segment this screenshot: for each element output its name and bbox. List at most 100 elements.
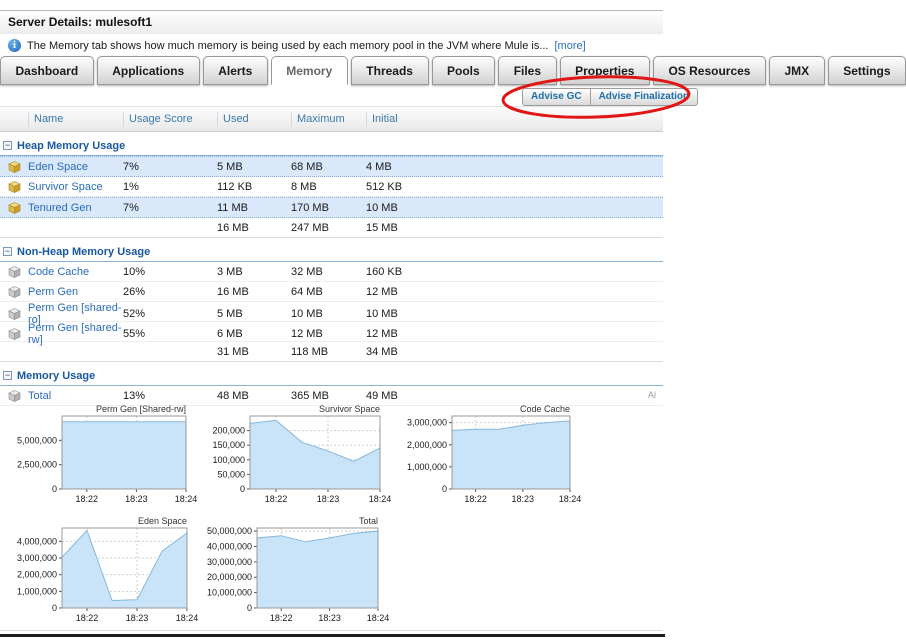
info-text: The Memory tab shows how much memory is … — [27, 40, 549, 52]
gold-cube-icon — [8, 202, 21, 214]
maximum-value: 12 MB — [291, 328, 366, 340]
svg-text:Survivor Space: Survivor Space — [319, 404, 380, 414]
gray-cube-icon — [8, 328, 21, 340]
svg-text:18:23: 18:23 — [126, 613, 149, 623]
tab-dashboard[interactable]: Dashboard — [0, 56, 94, 85]
section-title: Memory Usage — [17, 370, 95, 382]
page-header-bar: Server Details: mulesoft1 — [0, 10, 663, 34]
bottom-divider-light — [0, 630, 663, 631]
maximum-value: 170 MB — [291, 202, 366, 214]
chart-survivor-space: Survivor Space050,000100,000150,000200,0… — [192, 402, 394, 512]
gray-cube-icon — [8, 308, 21, 320]
svg-text:18:24: 18:24 — [559, 494, 582, 504]
maximum-value: 68 MB — [291, 161, 366, 173]
chart-eden-space: Eden Space01,000,0002,000,0003,000,0004,… — [4, 514, 201, 631]
table-row: Perm Gen [shared-rw]55%6 MB12 MB12 MB — [0, 322, 663, 342]
chart-perm-gen-shared-rw: Perm Gen [Shared-rw]02,500,0005,000,0001… — [4, 402, 200, 512]
svg-text:18:23: 18:23 — [317, 494, 340, 504]
column-header-name[interactable]: Name — [28, 112, 123, 127]
tab-jmx[interactable]: JMX — [769, 56, 825, 85]
totals-initial: 15 MB — [366, 222, 663, 234]
pool-name-link[interactable]: Total — [28, 390, 123, 402]
maximum-value: 64 MB — [291, 286, 366, 298]
used-value: 112 KB — [217, 181, 291, 193]
tab-pools[interactable]: Pools — [432, 56, 496, 85]
usage-score-value: 1% — [123, 181, 217, 193]
tab-properties[interactable]: Properties — [560, 56, 650, 85]
pool-name-link[interactable]: Tenured Gen — [28, 202, 123, 214]
usage-score-value: 7% — [123, 202, 217, 214]
table-row: Eden Space7%5 MB68 MB4 MB — [0, 156, 663, 177]
table-row: Survivor Space1%112 KB8 MB512 KB — [0, 177, 663, 197]
usage-score-value: 10% — [123, 266, 217, 278]
table-row: Tenured Gen7%11 MB170 MB10 MB — [0, 197, 663, 218]
section-header-non-heap-memory-usage[interactable]: −Non-Heap Memory Usage — [0, 242, 663, 262]
svg-text:Total: Total — [359, 516, 378, 526]
initial-value: 512 KB — [366, 181, 663, 193]
tab-os-resources[interactable]: OS Resources — [653, 56, 766, 85]
svg-text:2,000,000: 2,000,000 — [17, 570, 57, 580]
tab-alerts[interactable]: Alerts — [203, 56, 268, 85]
svg-text:18:22: 18:22 — [76, 613, 99, 623]
collapse-icon: − — [3, 141, 12, 150]
svg-text:Code Cache: Code Cache — [520, 404, 570, 414]
initial-value: 160 KB — [366, 266, 663, 278]
page-title: Server Details: mulesoft1 — [0, 11, 152, 29]
gold-cube-icon — [8, 181, 21, 193]
more-link[interactable]: [more] — [555, 40, 586, 52]
pool-name-link[interactable]: Perm Gen — [28, 286, 123, 298]
svg-text:18:22: 18:22 — [265, 494, 288, 504]
used-value: 5 MB — [217, 308, 291, 320]
tab-files[interactable]: Files — [498, 56, 556, 85]
gray-cube-icon — [8, 390, 21, 402]
used-value: 11 MB — [217, 202, 291, 214]
memory-pools-table: NameUsage ScoreUsedMaximumInitial −Heap … — [0, 106, 663, 406]
table-header-row: NameUsage ScoreUsedMaximumInitial — [0, 106, 663, 132]
svg-text:3,000,000: 3,000,000 — [407, 418, 447, 428]
table-row: Perm Gen [shared-ro]52%5 MB10 MB10 MB — [0, 302, 663, 322]
svg-text:18:24: 18:24 — [369, 494, 392, 504]
column-header-maximum[interactable]: Maximum — [291, 112, 366, 127]
svg-text:18:23: 18:23 — [512, 494, 535, 504]
section-header-memory-usage[interactable]: −Memory Usage — [0, 366, 663, 386]
tab-threads[interactable]: Threads — [351, 56, 429, 85]
gray-cube-icon — [8, 266, 21, 278]
column-header-usage-score[interactable]: Usage Score — [123, 112, 217, 127]
truncated-all-label: Al — [648, 390, 656, 400]
initial-value: 10 MB — [366, 308, 663, 320]
svg-text:30,000,000: 30,000,000 — [207, 557, 252, 567]
column-header-initial[interactable]: Initial — [366, 112, 663, 127]
usage-score-value: 26% — [123, 286, 217, 298]
svg-text:Perm Gen [Shared-rw]: Perm Gen [Shared-rw] — [96, 404, 186, 414]
advise-gc-button[interactable]: Advise GC — [522, 88, 590, 106]
svg-text:0: 0 — [240, 484, 245, 494]
svg-text:0: 0 — [442, 484, 447, 494]
section-title: Heap Memory Usage — [17, 140, 125, 152]
svg-text:150,000: 150,000 — [212, 440, 245, 450]
collapse-icon: − — [3, 371, 12, 380]
gold-cube-icon — [8, 161, 21, 173]
svg-text:100,000: 100,000 — [212, 455, 245, 465]
initial-value: 10 MB — [366, 202, 663, 214]
svg-text:20,000,000: 20,000,000 — [207, 572, 252, 582]
svg-text:0: 0 — [247, 603, 252, 613]
usage-score-value: 52% — [123, 308, 217, 320]
totals-maximum: 118 MB — [291, 346, 366, 358]
tab-settings[interactable]: Settings — [828, 56, 906, 85]
pool-name-link[interactable]: Perm Gen [shared-rw] — [28, 322, 123, 346]
pool-name-link[interactable]: Eden Space — [28, 161, 123, 173]
svg-text:3,000,000: 3,000,000 — [17, 553, 57, 563]
pool-name-link[interactable]: Code Cache — [28, 266, 123, 278]
svg-text:1,000,000: 1,000,000 — [17, 586, 57, 596]
column-header-used[interactable]: Used — [217, 112, 291, 127]
section-header-heap-memory-usage[interactable]: −Heap Memory Usage — [0, 136, 663, 156]
tab-applications[interactable]: Applications — [97, 56, 200, 85]
used-value: 6 MB — [217, 328, 291, 340]
advise-finalization-button[interactable]: Advise Finalization — [590, 88, 699, 106]
svg-text:2,000,000: 2,000,000 — [407, 440, 447, 450]
used-value: 16 MB — [217, 286, 291, 298]
totals-maximum: 247 MB — [291, 222, 366, 234]
chart-code-cache: Code Cache01,000,0002,000,0003,000,00018… — [394, 402, 584, 512]
pool-name-link[interactable]: Survivor Space — [28, 181, 123, 193]
tab-memory[interactable]: Memory — [271, 56, 348, 85]
